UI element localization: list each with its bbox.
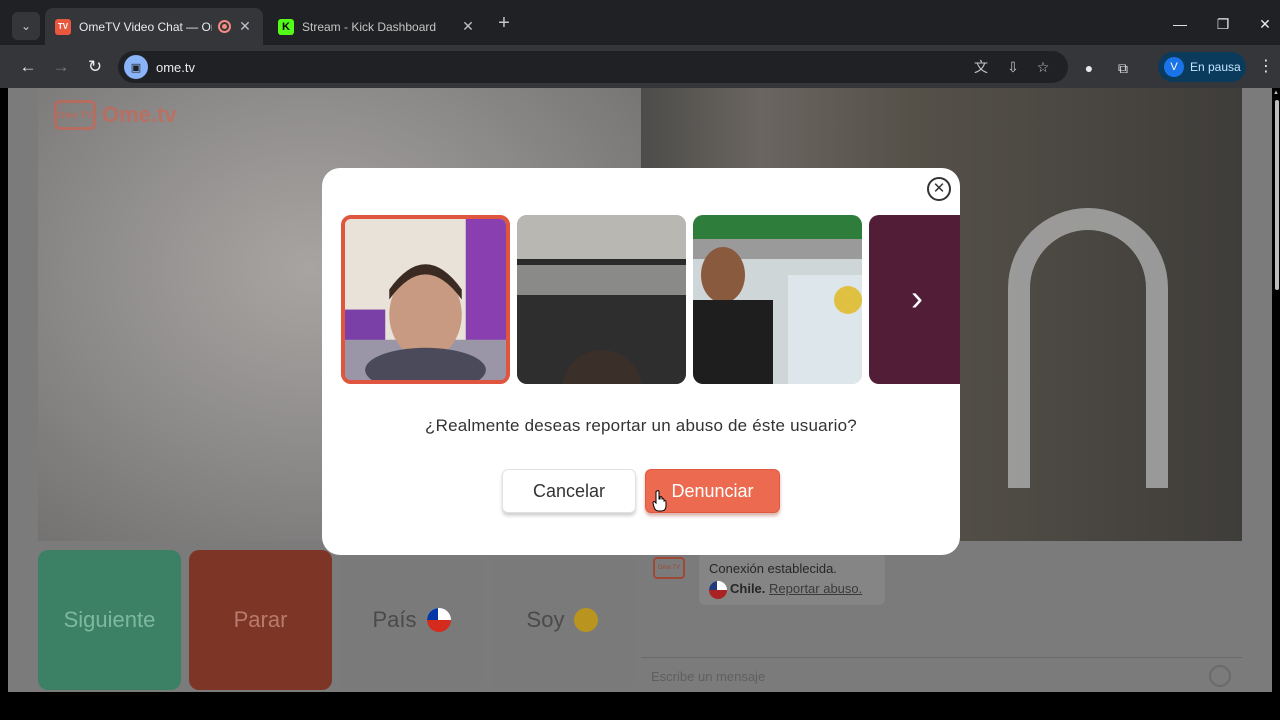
chat-panel: Ome TV Conexión establecida. Chile. Repo… — [641, 541, 1242, 692]
snapshot-image — [517, 215, 686, 384]
stop-label: Parar — [233, 607, 288, 632]
snapshot-image — [693, 215, 862, 384]
site-info-icon[interactable]: ▣ — [124, 55, 148, 79]
logo-word: Ome.tv — [102, 102, 177, 127]
scrollbar-thumb[interactable] — [1275, 100, 1279, 290]
forward-button[interactable]: → — [48, 54, 74, 80]
snapshot-thumbnail-selected[interactable] — [341, 215, 510, 384]
report-abuse-link[interactable]: Reportar abuso. — [769, 581, 862, 596]
emoji-picker-icon[interactable] — [1209, 665, 1231, 687]
kebab-menu-icon[interactable]: ⋮ — [1256, 55, 1276, 79]
country-selector[interactable]: País — [340, 550, 483, 690]
close-icon[interactable]: ✕ — [927, 177, 951, 201]
gender-label: Soy — [526, 607, 565, 632]
person-emoji-icon — [574, 608, 599, 632]
install-app-icon[interactable]: ⇩ — [1002, 56, 1024, 78]
tab-ometv[interactable]: TV OmeTV Video Chat — Ome ✕ — [45, 8, 263, 45]
recording-icon — [218, 20, 231, 33]
browser-toolbar: ← → ↻ ▣ ome.tv 文 ⇩ ☆ ● ⧉ V En pausa ⋮ — [0, 45, 1280, 88]
back-button[interactable]: ← — [15, 54, 41, 80]
snapshot-thumbnail[interactable] — [693, 215, 862, 384]
avatar: V — [1164, 57, 1184, 77]
close-window-button[interactable]: ✕ — [1250, 12, 1280, 36]
hand-cursor-icon — [652, 490, 667, 512]
ometv-mini-logo: Ome TV — [653, 557, 685, 579]
next-label: Siguiente — [63, 607, 156, 632]
system-message: Conexión establecida. Chile. Reportar ab… — [699, 553, 885, 605]
chile-flag-icon — [709, 580, 727, 599]
tab-kick-dashboard[interactable]: K Stream - Kick Dashboard ✕ — [268, 8, 486, 45]
logo-box: Ome TV — [54, 100, 96, 130]
extension-ghost-icon[interactable]: ● — [1078, 57, 1100, 79]
ometv-icon: TV — [55, 18, 71, 35]
chile-flag-icon — [426, 608, 451, 632]
tab-search-button[interactable]: ⌄ — [12, 12, 40, 40]
next-button[interactable]: Siguiente — [38, 550, 181, 690]
reload-button[interactable]: ↻ — [82, 54, 108, 80]
message-input[interactable] — [651, 665, 1191, 687]
divider — [641, 657, 1242, 658]
taskbar-area — [0, 692, 1280, 720]
cancel-button[interactable]: Cancelar — [502, 469, 636, 513]
address-bar[interactable]: ▣ ome.tv 文 ⇩ ☆ — [118, 51, 1068, 83]
extensions-puzzle-icon[interactable]: ⧉ — [1112, 57, 1134, 79]
close-tab-icon[interactable]: ✕ — [237, 18, 253, 35]
report-question: ¿Realmente deseas reportar un abuso de é… — [425, 416, 857, 435]
close-tab-icon[interactable]: ✕ — [460, 18, 476, 35]
ometv-logo: Ome TV Ome.tv — [54, 100, 177, 130]
tab-title: Stream - Kick Dashboard — [302, 19, 437, 34]
gender-selector[interactable]: Soy — [491, 550, 634, 690]
country-label: País — [372, 607, 417, 632]
snapshot-image — [345, 219, 506, 380]
report-abuse-dialog: ✕ › ¿Realmente deseas reportar un abuso … — [322, 168, 960, 555]
stop-button[interactable]: Parar — [189, 550, 332, 690]
profile-status: En pausa — [1190, 60, 1241, 74]
partner-country: Chile. — [730, 581, 766, 596]
kick-icon: K — [278, 18, 294, 35]
minimize-button[interactable]: — — [1165, 12, 1195, 36]
tab-title: OmeTV Video Chat — Ome — [79, 19, 212, 34]
bookmark-star-icon[interactable]: ☆ — [1032, 56, 1054, 78]
new-tab-button[interactable]: + — [494, 13, 514, 34]
restore-button[interactable]: ❐ — [1208, 12, 1238, 36]
connection-status: Conexión establecida. — [709, 561, 837, 576]
headset-shape — [1008, 208, 1168, 488]
snapshot-thumbnail[interactable] — [517, 215, 686, 384]
tab-strip: ⌄ TV OmeTV Video Chat — Ome ✕ K Stream -… — [0, 0, 1280, 45]
profile-button[interactable]: V En pausa — [1158, 52, 1246, 82]
url-text: ome.tv — [156, 59, 196, 75]
chevron-right-icon[interactable]: › — [902, 278, 932, 318]
translate-icon[interactable]: 文 — [970, 56, 992, 78]
scroll-up-arrow-icon[interactable]: ▲ — [1273, 90, 1279, 96]
